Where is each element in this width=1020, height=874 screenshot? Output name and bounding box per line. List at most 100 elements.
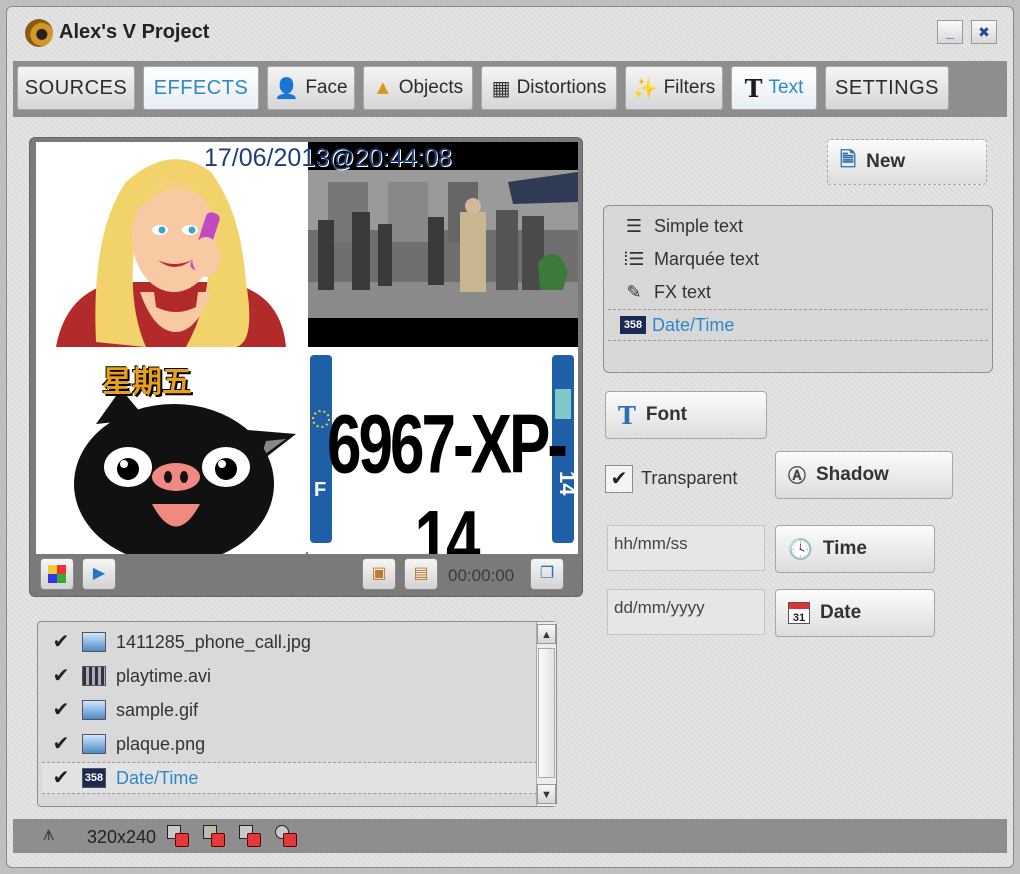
- font-t-icon: T: [618, 400, 636, 430]
- text-type-list: ☰ Simple text ⁞☰ Marquée text ✎ FX text …: [603, 205, 993, 373]
- button-label: Shadow: [816, 464, 889, 485]
- cone-icon: ▲: [372, 76, 393, 99]
- time-format-field[interactable]: hh/mm/ss: [607, 525, 765, 571]
- button-label: Date: [820, 602, 862, 623]
- color-grid-button[interactable]: [40, 558, 74, 590]
- status-effects-off-icon[interactable]: [203, 825, 225, 847]
- minimize-button[interactable]: _: [937, 20, 963, 44]
- text-item-simple[interactable]: ☰ Simple text: [608, 210, 988, 242]
- film-icon: ▤: [413, 565, 429, 582]
- list-item[interactable]: ✔ plaque.png: [42, 728, 542, 760]
- timestamp-overlay: 17/06/2013@20:44:08: [204, 144, 452, 172]
- tab-bar: SOURCES EFFECTS 👤 Face ▲ Objects ▦ Disto…: [13, 61, 1007, 117]
- list-item-selected[interactable]: ✔ 358 Date/Time: [42, 762, 542, 794]
- tab-effects[interactable]: EFFECTS: [143, 66, 259, 110]
- new-text-button[interactable]: 🗎 New: [827, 139, 987, 185]
- image-file-icon: [82, 632, 106, 652]
- close-button[interactable]: ✖: [971, 20, 997, 44]
- checkmark-icon[interactable]: ✔: [50, 733, 72, 755]
- datetime-icon: 358: [620, 316, 646, 334]
- file-name: playtime.avi: [116, 665, 212, 686]
- tab-face[interactable]: 👤 Face: [267, 66, 355, 110]
- tab-sources[interactable]: SOURCES: [17, 66, 135, 110]
- status-distortion-off-icon[interactable]: [239, 825, 261, 847]
- datetime-icon: 358: [82, 768, 106, 788]
- date-format-field[interactable]: dd/mm/yyyy: [607, 589, 765, 635]
- list-item[interactable]: ✔ playtime.avi: [42, 660, 542, 692]
- button-label: Time: [822, 538, 867, 559]
- scroll-down-icon[interactable]: ▼: [537, 784, 556, 804]
- color-grid-icon: [48, 565, 66, 583]
- preview-canvas[interactable]: 17/06/2013@20:44:08 星期五 6967-XP-14 F 14: [36, 142, 578, 554]
- plate-country-letter: F: [314, 479, 327, 501]
- export-icon: ❐: [539, 565, 555, 582]
- title-bar: Alex's V Project _ ✖: [7, 7, 1013, 57]
- window-title: Alex's V Project: [59, 21, 210, 43]
- play-button[interactable]: ▶: [82, 558, 116, 590]
- text-item-datetime[interactable]: 358 Date/Time: [608, 309, 988, 341]
- item-label: FX text: [654, 281, 712, 302]
- simple-text-icon: ☰: [625, 215, 643, 236]
- tab-objects[interactable]: ▲ Objects: [363, 66, 473, 110]
- image-file-icon: [82, 700, 106, 720]
- font-button[interactable]: T Font: [605, 391, 767, 439]
- calendar-icon: 31: [788, 602, 810, 624]
- filter-wand-icon: ✨: [632, 77, 658, 100]
- checkmark-icon[interactable]: ✔: [50, 665, 72, 687]
- app-logo-icon: [25, 19, 53, 47]
- tab-text[interactable]: T Text: [731, 66, 817, 110]
- play-icon: ▶: [92, 565, 106, 582]
- tab-filters[interactable]: ✨ Filters: [625, 66, 723, 110]
- scroll-thumb[interactable]: [538, 648, 555, 778]
- time-readout: 00:00:00: [448, 566, 515, 585]
- new-document-icon: 🗎: [840, 149, 857, 171]
- preview-cell-plaque: 6967-XP-14 F 14: [308, 349, 578, 554]
- button-label: Font: [645, 404, 688, 425]
- checkmark-icon[interactable]: ✔: [50, 767, 72, 789]
- tab-distortions[interactable]: ▦ Distortions: [481, 66, 617, 110]
- tab-label: EFFECTS: [153, 76, 249, 99]
- face-icon: 👤: [274, 77, 300, 100]
- antenna-icon: ⩚: [43, 823, 55, 845]
- export-button[interactable]: ❐: [530, 558, 564, 590]
- item-label: Marquée text: [654, 248, 760, 269]
- tab-settings[interactable]: SETTINGS: [825, 66, 949, 110]
- list-item[interactable]: ✔ 1411285_phone_call.jpg: [42, 626, 542, 658]
- status-source-off-icon[interactable]: [167, 825, 189, 847]
- status-settings-off-icon[interactable]: [275, 825, 297, 847]
- list-item[interactable]: ✔ sample.gif: [42, 694, 542, 726]
- button-label: New: [866, 151, 906, 172]
- text-t-icon: T: [744, 73, 763, 103]
- resolution-readout: 320x240: [87, 827, 157, 847]
- image-file-icon: [82, 734, 106, 754]
- tab-label: Text: [768, 77, 804, 98]
- file-name: Date/Time: [116, 767, 199, 788]
- time-button[interactable]: 🕓 Time: [775, 525, 935, 573]
- checkmark-icon[interactable]: ✔: [50, 631, 72, 653]
- record-video-button[interactable]: ▤: [404, 558, 438, 590]
- tab-label: Objects: [398, 77, 464, 98]
- snapshot-button[interactable]: ▣: [362, 558, 396, 590]
- shadow-a-icon: Ⓐ: [788, 466, 806, 486]
- preview-cell-sample-gif: 星期五: [36, 349, 306, 554]
- preview-panel: 17/06/2013@20:44:08 星期五 6967-XP-14 F 14 …: [29, 137, 583, 597]
- transparent-label: Transparent: [641, 468, 738, 488]
- shadow-button[interactable]: Ⓐ Shadow: [775, 451, 953, 499]
- text-item-marquee[interactable]: ⁞☰ Marquée text: [608, 243, 988, 275]
- text-item-fx[interactable]: ✎ FX text: [608, 276, 988, 308]
- source-file-list: ✔ 1411285_phone_call.jpg ✔ playtime.avi …: [37, 621, 557, 807]
- tab-label: Distortions: [516, 77, 607, 98]
- scroll-up-icon[interactable]: ▲: [537, 624, 556, 644]
- video-file-icon: [82, 666, 106, 686]
- file-name: sample.gif: [116, 699, 199, 720]
- tab-label: SOURCES: [24, 76, 128, 99]
- date-button[interactable]: 31 Date: [775, 589, 935, 637]
- checkmark-icon[interactable]: ✔: [50, 699, 72, 721]
- item-label: Date/Time: [652, 314, 735, 335]
- pig-caption: 星期五: [102, 365, 192, 400]
- transparent-checkbox[interactable]: ✔: [605, 465, 633, 493]
- marquee-text-icon: ⁞☰: [623, 248, 645, 269]
- fx-text-icon: ✎: [626, 281, 642, 302]
- file-list-scrollbar[interactable]: ▲ ▼: [536, 622, 556, 806]
- app-window: Alex's V Project _ ✖ SOURCES EFFECTS 👤 F…: [6, 6, 1014, 868]
